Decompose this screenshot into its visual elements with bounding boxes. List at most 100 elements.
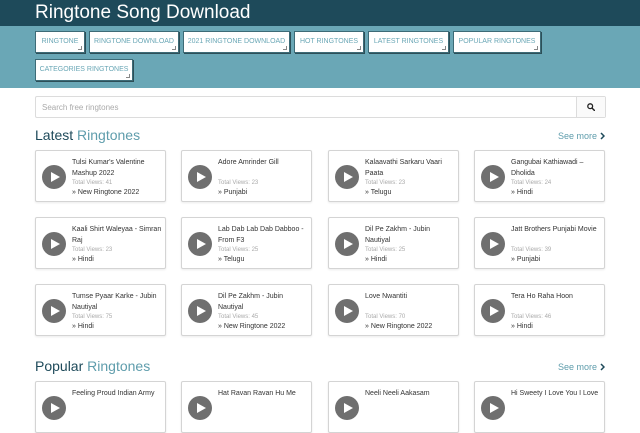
play-icon bbox=[343, 172, 353, 182]
ringtone-title[interactable]: Tumse Pyaar Karke - Jubin Nautiyal bbox=[72, 291, 162, 313]
play-button[interactable] bbox=[481, 232, 505, 256]
ringtone-views: Total Views: 45 bbox=[218, 314, 259, 320]
play-button[interactable] bbox=[335, 299, 359, 323]
ringtone-card[interactable]: Neeli Neeli Aakasam bbox=[328, 381, 459, 433]
play-icon bbox=[489, 403, 499, 413]
play-button[interactable] bbox=[481, 299, 505, 323]
ringtone-title[interactable]: Feeling Proud Indian Army bbox=[72, 388, 162, 399]
ringtone-card[interactable]: Jatt Brothers Punjabi Movie Total Views: … bbox=[474, 217, 605, 269]
nav-latest-ringtones[interactable]: LATEST RINGTONES bbox=[368, 31, 449, 53]
ringtone-title[interactable]: Kalaavathi Sarkaru Vaari Paata bbox=[365, 157, 455, 179]
play-button[interactable] bbox=[42, 232, 66, 256]
play-button[interactable] bbox=[188, 299, 212, 323]
play-icon bbox=[489, 172, 499, 182]
latest-see-more-link[interactable]: See more bbox=[558, 131, 605, 141]
ringtone-category-link[interactable]: » Telugu bbox=[365, 189, 391, 196]
ringtone-category-link[interactable]: » New Ringtone 2022 bbox=[218, 323, 285, 330]
play-button[interactable] bbox=[42, 165, 66, 189]
play-icon bbox=[50, 172, 60, 182]
ringtone-category-link[interactable]: » New Ringtone 2022 bbox=[365, 323, 432, 330]
nav-2021-ringtone-download[interactable]: 2021 RINGTONE DOWNLOAD bbox=[183, 31, 290, 53]
nav-ringtone[interactable]: RINGTONE bbox=[35, 31, 85, 53]
ringtone-card[interactable]: Tulsi Kumar's Valentine Mashup 2022 Total… bbox=[35, 150, 166, 202]
ringtone-card[interactable]: Dil Pe Zakhm - Jubin Nautiyal Total Views… bbox=[328, 217, 459, 269]
ringtone-views: Total Views: 23 bbox=[72, 247, 113, 253]
play-button[interactable] bbox=[335, 165, 359, 189]
ringtone-views: Total Views: 23 bbox=[365, 180, 406, 186]
ringtone-title[interactable]: Kaali Shirt Waleyaa - Simran Raj bbox=[72, 224, 162, 246]
ringtone-views: Total Views: 24 bbox=[511, 180, 552, 186]
nav-popular-ringtones[interactable]: POPULAR RINGTONES bbox=[453, 31, 541, 53]
search-button[interactable] bbox=[576, 97, 605, 117]
ringtone-views: Total Views: 75 bbox=[72, 314, 113, 320]
play-icon bbox=[196, 172, 206, 182]
play-icon bbox=[343, 403, 353, 413]
ringtone-title[interactable]: Jatt Brothers Punjabi Movie bbox=[511, 224, 601, 235]
play-button[interactable] bbox=[188, 232, 212, 256]
popular-section-title: Popular Ringtones bbox=[35, 358, 150, 374]
ringtone-title[interactable]: Dil Pe Zakhm - Jubin Nautiyal bbox=[218, 291, 308, 313]
play-button[interactable] bbox=[188, 165, 212, 189]
ringtone-card[interactable]: Hat Ravan Ravan Hu Me bbox=[181, 381, 312, 433]
chevron-right-icon bbox=[600, 363, 605, 371]
ringtone-card[interactable]: Kaali Shirt Waleyaa - Simran Raj Total Vi… bbox=[35, 217, 166, 269]
ringtone-views: Total Views: 25 bbox=[365, 247, 406, 253]
ringtone-card[interactable]: Love Nwantiti Total Views: 70 » New Ringto… bbox=[328, 284, 459, 336]
search-input[interactable] bbox=[36, 97, 577, 117]
nav-bar: RINGTONE RINGTONE DOWNLOAD 2021 RINGTONE… bbox=[0, 26, 640, 88]
ringtone-title[interactable]: Hi Sweety I Love You I Love bbox=[511, 388, 601, 399]
play-icon bbox=[50, 403, 60, 413]
ringtone-title[interactable]: Hat Ravan Ravan Hu Me bbox=[218, 388, 308, 399]
ringtone-category-link[interactable]: » Hindi bbox=[511, 323, 533, 330]
ringtone-views: Total Views: 39 bbox=[511, 247, 552, 253]
play-icon bbox=[196, 239, 206, 249]
popular-see-more-link[interactable]: See more bbox=[558, 362, 605, 372]
nav-hot-ringtones[interactable]: HOT RINGTONES bbox=[294, 31, 364, 53]
popular-see-more-label: See more bbox=[557, 362, 597, 372]
chevron-right-icon bbox=[600, 132, 605, 140]
ringtone-title[interactable]: Lab Dab Lab Dab Dabboo - From F3 bbox=[218, 224, 308, 246]
ringtone-card[interactable]: Lab Dab Lab Dab Dabboo - From F3 Total Vi… bbox=[181, 217, 312, 269]
ringtone-card[interactable]: Kalaavathi Sarkaru Vaari Paata Total View… bbox=[328, 150, 459, 202]
play-icon bbox=[489, 306, 499, 316]
latest-section-title: Latest Ringtones bbox=[35, 127, 140, 143]
ringtone-views: Total Views: 23 bbox=[218, 180, 259, 186]
ringtone-category-link[interactable]: » Hindi bbox=[511, 189, 533, 196]
play-icon bbox=[343, 306, 353, 316]
ringtone-category-link[interactable]: » Hindi bbox=[72, 256, 94, 263]
ringtone-title[interactable]: Love Nwantiti bbox=[365, 291, 455, 302]
ringtone-card[interactable]: Tumse Pyaar Karke - Jubin Nautiyal Total … bbox=[35, 284, 166, 336]
ringtone-title[interactable]: Tera Ho Raha Hoon bbox=[511, 291, 601, 302]
ringtone-card[interactable]: Hi Sweety I Love You I Love bbox=[474, 381, 605, 433]
ringtone-views: Total Views: 25 bbox=[218, 247, 259, 253]
ringtone-title[interactable]: Neeli Neeli Aakasam bbox=[365, 388, 455, 399]
play-button[interactable] bbox=[42, 299, 66, 323]
ringtone-card[interactable]: Adore Amrinder Gill Total Views: 23 » Punj… bbox=[181, 150, 312, 202]
ringtone-card[interactable]: Feeling Proud Indian Army bbox=[35, 381, 166, 433]
latest-title-light: Ringtones bbox=[73, 127, 141, 143]
ringtone-card[interactable]: Tera Ho Raha Hoon Total Views: 46 » Hindi bbox=[474, 284, 605, 336]
play-icon bbox=[196, 306, 206, 316]
ringtone-title[interactable]: Gangubai Kathiawadi – Dholida bbox=[511, 157, 601, 179]
ringtone-card[interactable]: Dil Pe Zakhm - Jubin Nautiyal Total Views… bbox=[181, 284, 312, 336]
ringtone-category-link[interactable]: » Telugu bbox=[218, 256, 244, 263]
ringtone-title[interactable]: Dil Pe Zakhm - Jubin Nautiyal bbox=[365, 224, 455, 246]
ringtone-title[interactable]: Tulsi Kumar's Valentine Mashup 2022 bbox=[72, 157, 162, 179]
latest-see-more-label: See more bbox=[557, 131, 597, 141]
play-icon bbox=[196, 403, 206, 413]
ringtone-category-link[interactable]: » Hindi bbox=[365, 256, 387, 263]
ringtone-title[interactable]: Adore Amrinder Gill bbox=[218, 157, 308, 168]
play-icon bbox=[489, 239, 499, 249]
play-button[interactable] bbox=[335, 232, 359, 256]
ringtone-category-link[interactable]: » Punjabi bbox=[218, 189, 247, 196]
ringtone-card[interactable]: Gangubai Kathiawadi – Dholida Total Views… bbox=[474, 150, 605, 202]
ringtone-category-link[interactable]: » Hindi bbox=[72, 323, 94, 330]
play-icon bbox=[343, 239, 353, 249]
ringtone-category-link[interactable]: » New Ringtone 2022 bbox=[72, 189, 139, 196]
site-title[interactable]: Ringtone Song Download bbox=[35, 0, 640, 25]
play-button[interactable] bbox=[481, 165, 505, 189]
search-icon bbox=[587, 103, 595, 111]
ringtone-category-link[interactable]: » Punjabi bbox=[511, 256, 540, 263]
nav-categories-ringtones[interactable]: CATEGORIES RINGTONES bbox=[35, 59, 133, 81]
nav-ringtone-download[interactable]: RINGTONE DOWNLOAD bbox=[89, 31, 179, 53]
